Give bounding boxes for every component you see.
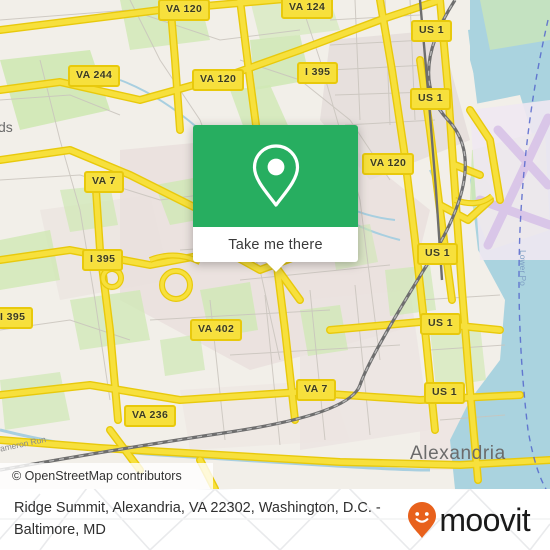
road-shield-va402[interactable]: VA 402 [190, 319, 243, 341]
map-label-ds: ds [0, 119, 13, 135]
road-shield-us1-c[interactable]: US 1 [417, 243, 458, 265]
moovit-logo[interactable]: moovit [407, 501, 531, 539]
road-shield-i395-c[interactable]: I 395 [297, 62, 339, 84]
screenshot-root: Alexandria ds Cameron Run Lower Po VA 12… [0, 0, 550, 550]
road-shield-va124[interactable]: VA 124 [281, 0, 334, 19]
footer-bar: Ridge Summit, Alexandria, VA 22302, Wash… [0, 489, 550, 550]
map-label-lower-potomac: Lower Po [518, 250, 528, 286]
location-caption: Ridge Summit, Alexandria, VA 22302, Wash… [14, 500, 381, 538]
road-shield-us1-d[interactable]: US 1 [420, 313, 461, 335]
road-shield-us1-b[interactable]: US 1 [410, 88, 451, 110]
road-shield-va7-a[interactable]: VA 7 [84, 171, 124, 193]
map-place-label-alexandria: Alexandria [410, 443, 506, 464]
road-shield-i395-b[interactable]: I 395 [0, 307, 34, 329]
map-pin-icon [252, 144, 299, 207]
road-shield-va120-a[interactable]: VA 120 [158, 0, 211, 21]
road-shield-i395-a[interactable]: I 395 [82, 249, 124, 271]
map-attribution[interactable]: © OpenStreetMap contributors [0, 463, 213, 489]
callout-label: Take me there [228, 236, 323, 253]
road-shield-va120-c[interactable]: VA 120 [362, 153, 415, 175]
take-me-there-callout[interactable]: Take me there [193, 125, 358, 272]
road-shield-va244[interactable]: VA 244 [68, 65, 121, 87]
road-shield-us1-e[interactable]: US 1 [424, 382, 465, 404]
road-shield-va120-b[interactable]: VA 120 [192, 69, 245, 91]
callout-tail [264, 261, 287, 272]
road-shield-va236[interactable]: VA 236 [124, 405, 177, 427]
moovit-smiley-pin-icon [408, 501, 437, 538]
road-shield-va7-b[interactable]: VA 7 [296, 379, 336, 401]
map-canvas[interactable]: Alexandria ds Cameron Run Lower Po VA 12… [0, 0, 550, 489]
callout-action-bar[interactable]: Take me there [193, 227, 358, 272]
road-shield-us1-a[interactable]: US 1 [411, 20, 452, 42]
moovit-wordmark: moovit [439, 501, 530, 538]
callout-icon-area [193, 125, 358, 227]
